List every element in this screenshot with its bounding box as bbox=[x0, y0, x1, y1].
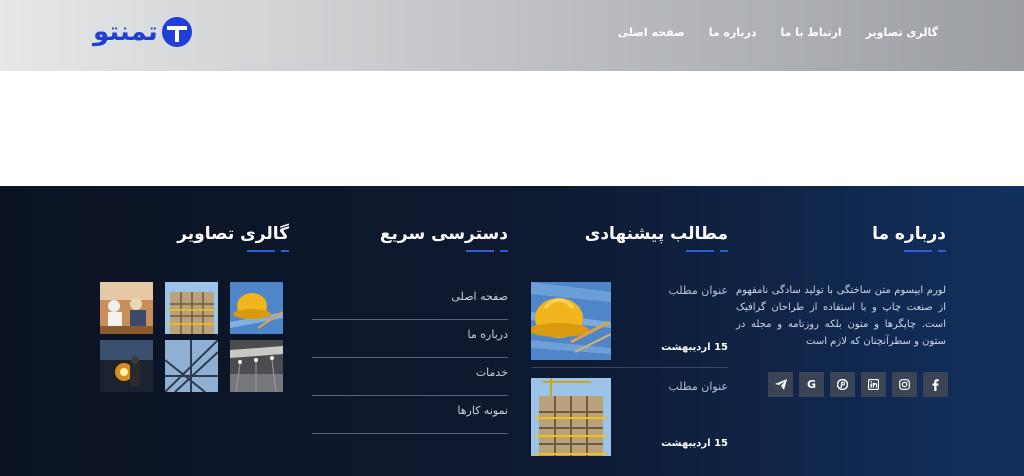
nav-home[interactable]: صفحه اصلی bbox=[618, 26, 685, 39]
gallery-image-warehouse[interactable] bbox=[230, 340, 283, 392]
posts-title-underline bbox=[686, 250, 728, 252]
pinterest-icon[interactable] bbox=[830, 372, 855, 397]
gallery-image-welding[interactable] bbox=[100, 340, 153, 392]
about-title: درباره ما bbox=[872, 224, 946, 244]
gallery-image-workers[interactable] bbox=[100, 282, 153, 334]
site-logo[interactable]: تمنتو bbox=[93, 14, 194, 50]
post-item[interactable]: عنوان مطلب 15 اردیبهشت bbox=[531, 282, 728, 364]
posts-title: مطالب پیشنهادی bbox=[584, 224, 728, 244]
facebook-icon[interactable] bbox=[923, 372, 948, 397]
gallery-image-steel-frame[interactable] bbox=[165, 340, 218, 392]
quick-link-label[interactable]: صفحه اصلی bbox=[451, 290, 508, 303]
gallery-title: گالری تصاویر bbox=[177, 224, 289, 244]
about-text: لورم ایپسوم متن ساختگی با تولید سادگی نا… bbox=[736, 285, 946, 347]
quick-link-label[interactable]: نمونه کارها bbox=[457, 404, 508, 417]
quick-link-portfolio[interactable]: نمونه کارها bbox=[312, 396, 508, 434]
main-nav: صفحه اصلی درباره ما ارتباط با ما گالری ت… bbox=[618, 26, 938, 39]
instagram-icon[interactable] bbox=[892, 372, 917, 397]
quick-access-underline bbox=[466, 250, 508, 252]
nav-about[interactable]: درباره ما bbox=[709, 26, 757, 39]
quick-link-home[interactable]: صفحه اصلی bbox=[312, 282, 508, 320]
post-title[interactable]: عنوان مطلب bbox=[668, 284, 728, 297]
linkedin-icon[interactable] bbox=[861, 372, 886, 397]
post-date: 15 اردیبهشت bbox=[661, 438, 728, 449]
quick-link-services[interactable]: خدمات bbox=[312, 358, 508, 396]
gallery-image-building[interactable] bbox=[165, 282, 218, 334]
social-links: G bbox=[768, 372, 948, 397]
quick-link-label[interactable]: خدمات bbox=[476, 366, 508, 379]
logo-text: تمنتو bbox=[93, 17, 159, 47]
site-header: تمنتو صفحه اصلی درباره ما ارتباط با ما گ… bbox=[0, 0, 1024, 71]
quick-link-label[interactable]: درباره ما bbox=[468, 328, 508, 341]
about-title-underline bbox=[904, 250, 946, 252]
gallery-image-helmet[interactable] bbox=[230, 282, 283, 334]
nav-contact[interactable]: ارتباط با ما bbox=[781, 26, 842, 39]
telegram-icon[interactable] bbox=[768, 372, 793, 397]
nav-gallery[interactable]: گالری تصاویر bbox=[866, 26, 938, 39]
post-title[interactable]: عنوان مطلب bbox=[668, 380, 728, 393]
quick-link-about[interactable]: درباره ما bbox=[312, 320, 508, 358]
gallery-title-underline bbox=[247, 250, 289, 252]
post-date: 15 اردیبهشت bbox=[661, 342, 728, 353]
quick-access-title: دسترسی سریع bbox=[379, 224, 508, 244]
posts-divider bbox=[531, 367, 728, 368]
post-thumbnail-helmet bbox=[531, 282, 611, 360]
logo-mark-icon bbox=[160, 16, 194, 48]
google-icon[interactable]: G bbox=[799, 372, 824, 397]
post-thumbnail-building bbox=[531, 378, 611, 456]
post-item[interactable]: عنوان مطلب 15 اردیبهشت bbox=[531, 378, 728, 460]
